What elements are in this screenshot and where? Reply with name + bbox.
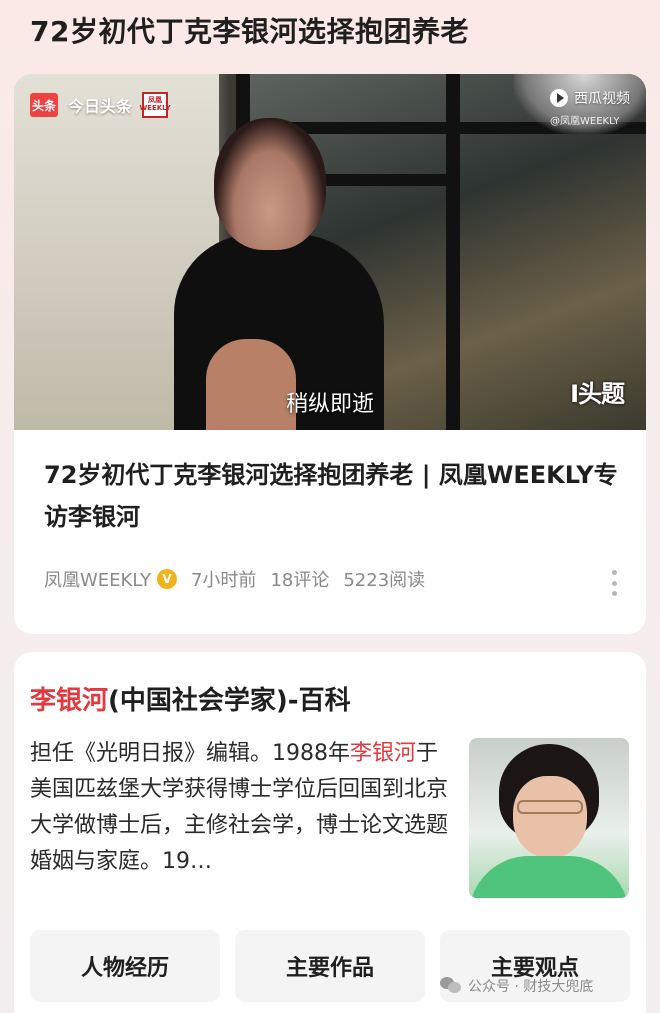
xigua-play-icon [550, 89, 568, 107]
portrait-image[interactable] [469, 738, 629, 898]
verified-icon: V [156, 569, 177, 589]
video-meta: 凤凰WEEKLY V 7小时前 18评论 5223阅读 [44, 566, 425, 592]
comment-count[interactable]: 18评论 [270, 566, 329, 592]
video-watermark: I头题 [570, 380, 625, 408]
toutiao-name: 今日头条 [68, 97, 133, 116]
tab-biography[interactable]: 人物经历 [30, 930, 220, 1002]
baike-title-name: 李银河 [30, 686, 109, 716]
baike-title[interactable]: 李银河(中国社会学家)-百科 [30, 680, 351, 717]
baike-title-rest: (中国社会学家)-百科 [108, 686, 351, 716]
baike-summary: 担任《光明日报》编辑。1988年李银河于美国匹兹堡大学获得博士学位后回国到北京大… [30, 741, 449, 874]
video-card[interactable]: 头条 今日头条 凤凰 WEEKLY 西瓜视频 @凤凰WEEKLY 稍纵即逝 I头… [14, 74, 646, 634]
video-source-brands: 头条 今日头条 凤凰 WEEKLY [30, 92, 171, 118]
publish-time: 7小时前 [190, 570, 257, 591]
xigua-brand: 西瓜视频 @凤凰WEEKLY [550, 88, 630, 127]
wechat-watermark-text: 公众号 · 财技大兜底 [468, 979, 594, 995]
video-handle: @凤凰WEEKLY [550, 116, 620, 127]
xigua-name: 西瓜视频 [574, 91, 630, 107]
toutiao-logo-icon: 头条 [30, 93, 58, 117]
video-subtitle: 稍纵即逝 [285, 392, 374, 417]
tab-works[interactable]: 主要作品 [235, 930, 425, 1002]
wechat-watermark: 公众号 · 财技大兜底 [440, 976, 593, 996]
baike-summary-highlight: 李银河 [350, 741, 417, 766]
author[interactable]: 凤凰WEEKLY V [44, 566, 177, 592]
author-name: 凤凰WEEKLY [44, 570, 151, 591]
video-title[interactable]: 72岁初代丁克李银河选择抱团养老 | 凤凰WEEKLY专访李银河 [44, 454, 624, 538]
video-thumbnail[interactable]: 头条 今日头条 凤凰 WEEKLY 西瓜视频 @凤凰WEEKLY 稍纵即逝 I头… [14, 74, 646, 430]
more-options-icon[interactable] [612, 570, 618, 596]
fenghuang-weekly-logo-icon: 凤凰 WEEKLY [139, 92, 171, 118]
wechat-icon [440, 977, 462, 995]
baike-card[interactable]: 李银河(中国社会学家)-百科 担任《光明日报》编辑。1988年李银河于美国匹兹堡… [14, 652, 646, 1013]
read-count: 5223阅读 [343, 570, 426, 591]
page-title: 72岁初代丁克李银河选择抱团养老 [30, 15, 469, 48]
